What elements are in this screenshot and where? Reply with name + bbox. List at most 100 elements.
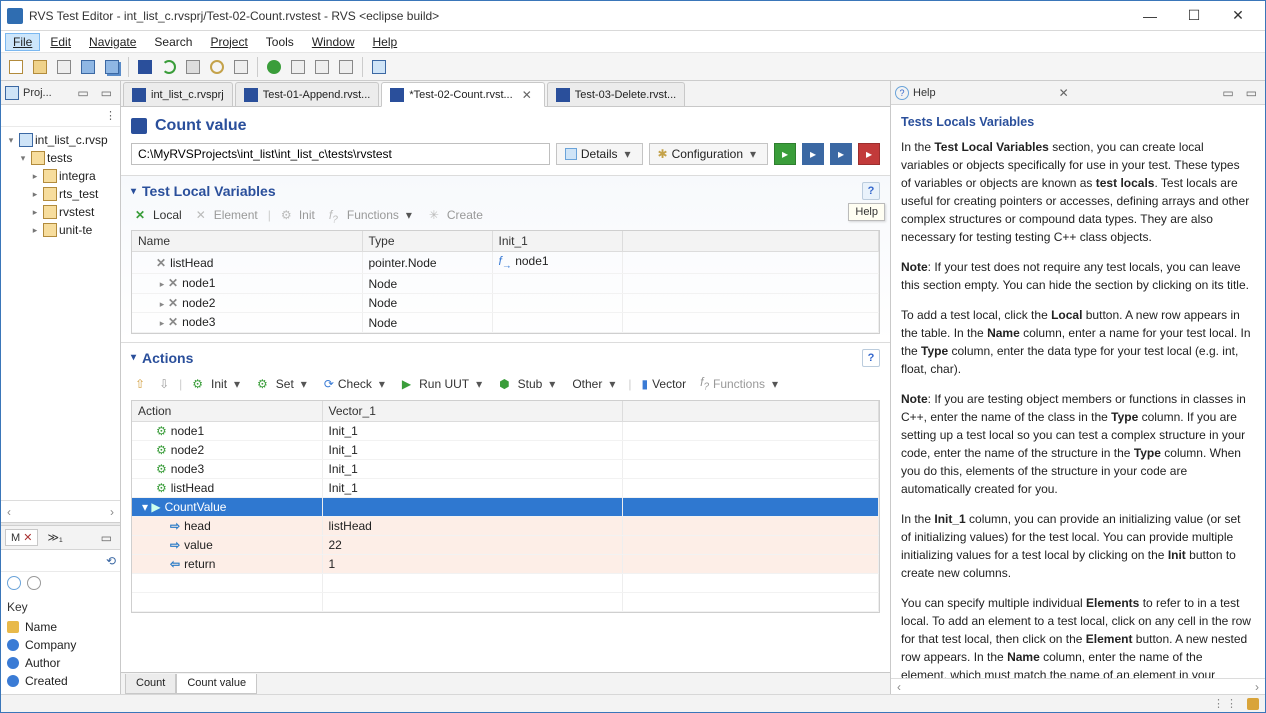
link-icon[interactable]: ⟲ — [106, 554, 116, 568]
tree-item[interactable]: ▸rvstest — [3, 203, 118, 221]
tb-flag-icon[interactable] — [134, 56, 156, 78]
path-input[interactable] — [131, 143, 550, 165]
editor-tab[interactable]: Test-01-Append.rvst... — [235, 82, 380, 106]
tb-filter-icon[interactable] — [335, 56, 357, 78]
help-title: Help — [913, 87, 1051, 99]
status-dots-icon[interactable]: ⋮⋮ — [1213, 697, 1239, 710]
create-button[interactable]: ✳Create — [425, 206, 487, 224]
project-view-min-icon[interactable]: ▭ — [73, 86, 92, 100]
tree-hscroll[interactable]: ‹ › — [1, 500, 120, 522]
tb-saveall-icon[interactable] — [101, 56, 123, 78]
info-icon — [7, 675, 19, 687]
locals-row: ▸✕node2Node — [132, 293, 879, 313]
tree-folder-tests[interactable]: ▾tests — [3, 149, 118, 167]
nav-btn-3[interactable]: ▸ — [830, 143, 852, 165]
menu-navigate[interactable]: Navigate — [81, 33, 144, 51]
actions-help-button[interactable]: ? — [862, 349, 880, 367]
help-max-icon[interactable]: ▭ — [1242, 86, 1261, 100]
collapse-icon[interactable]: ▾ — [131, 352, 136, 363]
col-init[interactable]: Init_1 — [492, 231, 622, 252]
editor-tab[interactable]: int_list_c.rvsprj — [123, 82, 233, 106]
run-uut-button[interactable]: ▶Run UUT▾ — [398, 375, 489, 393]
tb-tree-icon[interactable] — [230, 56, 252, 78]
locals-help-button[interactable]: ? Help — [862, 182, 880, 200]
details-button[interactable]: Details▾ — [556, 143, 643, 165]
tb-step-icon[interactable] — [287, 56, 309, 78]
tb-import-icon[interactable] — [53, 56, 75, 78]
tb-refresh-icon[interactable] — [158, 56, 180, 78]
tree-root[interactable]: ▾int_list_c.rvsp — [3, 131, 118, 149]
tb-link-icon[interactable] — [182, 56, 204, 78]
menu-window[interactable]: Window — [304, 33, 363, 51]
bottom-tab-count[interactable]: Count — [125, 674, 176, 694]
tb-open-icon[interactable] — [29, 56, 51, 78]
col-vector[interactable]: Vector_1 — [322, 401, 622, 422]
menu-file[interactable]: File — [5, 33, 40, 51]
actions-table[interactable]: Action Vector_1 ⚙node1Init_1 ⚙node2Init_… — [131, 400, 880, 613]
meta-tab-2[interactable]: ≫₁ — [42, 530, 67, 545]
bottom-tab-count-value[interactable]: Count value — [176, 674, 257, 694]
local-button[interactable]: ✕Local — [131, 206, 186, 224]
locals-title: Test Local Variables — [142, 183, 276, 199]
tb-step2-icon[interactable] — [311, 56, 333, 78]
menu-tools[interactable]: Tools — [258, 33, 302, 51]
element-button[interactable]: ✕Element — [192, 206, 262, 224]
tb-run-icon[interactable] — [263, 56, 285, 78]
nav-btn-2[interactable]: ▸ — [802, 143, 824, 165]
collapse-icon[interactable]: ▾ — [131, 186, 136, 197]
menu-project[interactable]: Project — [202, 33, 255, 51]
tree-item[interactable]: ▸rts_test — [3, 185, 118, 203]
menu-edit[interactable]: Edit — [42, 33, 79, 51]
meta-min-icon[interactable]: ▭ — [97, 531, 116, 545]
down-button[interactable]: ⇩ — [155, 375, 173, 393]
help-close-icon[interactable]: ✕ — [1055, 86, 1073, 100]
set-button[interactable]: ⚙Set▾ — [253, 375, 314, 393]
editor-tab[interactable]: Test-03-Delete.rvst... — [547, 82, 685, 106]
init-button[interactable]: ⚙Init — [277, 206, 319, 224]
help-min-icon[interactable]: ▭ — [1218, 86, 1237, 100]
close-button[interactable]: ✕ — [1217, 5, 1259, 27]
init-action-button[interactable]: ⚙Init▾ — [188, 375, 247, 393]
col-action[interactable]: Action — [132, 401, 322, 422]
status-warn-icon[interactable] — [1247, 698, 1259, 710]
locals-table[interactable]: Name Type Init_1 ✕listHeadpointer.Nodef→… — [131, 230, 880, 334]
col-name[interactable]: Name — [132, 231, 362, 252]
project-view-close-icon[interactable]: ▭ — [97, 86, 116, 100]
actions-section-header[interactable]: ▾ Actions ? — [131, 349, 880, 367]
configuration-button[interactable]: ✱Configuration▾ — [649, 143, 768, 165]
project-tree[interactable]: ▾int_list_c.rvsp ▾tests ▸integra ▸rts_te… — [1, 127, 120, 500]
other-button[interactable]: Other▾ — [568, 375, 622, 393]
tb-persp-icon[interactable] — [368, 56, 390, 78]
view-menu-icon[interactable]: ⋮ — [105, 109, 116, 122]
menubar: File Edit Navigate Search Project Tools … — [1, 31, 1265, 53]
check-button[interactable]: ⟳Check▾ — [320, 375, 392, 393]
help-hscroll[interactable]: ‹› — [891, 678, 1265, 694]
help-tooltip: Help — [848, 203, 885, 221]
meta-tab-1[interactable]: M ✕ — [5, 529, 38, 546]
tree-item[interactable]: ▸integra — [3, 167, 118, 185]
minimize-button[interactable]: — — [1129, 5, 1171, 27]
maximize-button[interactable]: ☐ — [1173, 5, 1215, 27]
globe-icon[interactable] — [7, 576, 21, 590]
project-view-icon — [5, 86, 19, 100]
vector-button[interactable]: ▮Vector — [637, 375, 690, 393]
tb-new-icon[interactable] — [5, 56, 27, 78]
menu-search[interactable]: Search — [146, 33, 200, 51]
locals-section-header[interactable]: ▾ Test Local Variables ? Help — [131, 182, 880, 200]
tree-item[interactable]: ▸unit-te — [3, 221, 118, 239]
help-body[interactable]: Tests Locals Variables In the Test Local… — [891, 105, 1265, 678]
tb-save-icon[interactable] — [77, 56, 99, 78]
stub-button[interactable]: ⬢Stub▾ — [495, 375, 562, 393]
tb-search-icon[interactable] — [206, 56, 228, 78]
functions-button[interactable]: f?Functions▾ — [325, 206, 419, 224]
clock-icon[interactable] — [27, 576, 41, 590]
functions-action-button[interactable]: f?Functions▾ — [696, 373, 785, 394]
actions-row: ⚙node3Init_1 — [132, 460, 879, 479]
nav-btn-4[interactable]: ▸ — [858, 143, 880, 165]
up-button[interactable]: ⇧ — [131, 375, 149, 393]
editor-tab-active[interactable]: *Test-02-Count.rvst...✕ — [381, 82, 544, 107]
col-type[interactable]: Type — [362, 231, 492, 252]
tab-close-icon[interactable]: ✕ — [518, 88, 536, 102]
nav-btn-1[interactable]: ▸ — [774, 143, 796, 165]
menu-help[interactable]: Help — [365, 33, 406, 51]
